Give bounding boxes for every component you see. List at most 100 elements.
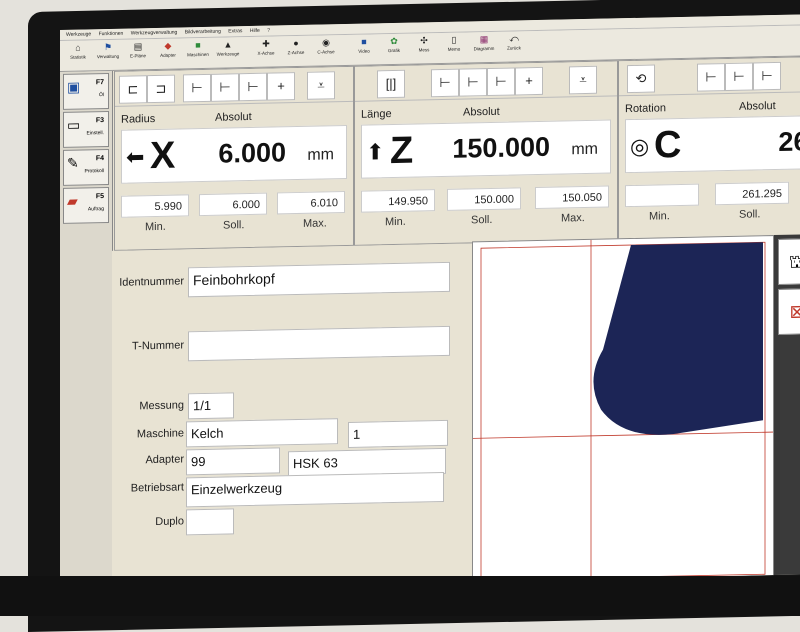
toolbar-maschinen-button[interactable]: ■ Maschinen [184, 40, 212, 58]
app-window: Werkzeuge Funktionen Werkzeugverwaltung … [60, 14, 800, 591]
messung-field[interactable]: 1/1 [188, 392, 234, 420]
menu-item[interactable]: Hilfe [250, 28, 260, 34]
edge-icon[interactable]: ⊢ [753, 61, 781, 91]
toolbar-xachse-button[interactable]: ✚ X-Achse [252, 38, 280, 56]
protocol-icon: ✎ [67, 154, 79, 171]
maschine-number-field[interactable]: 1 [348, 419, 448, 448]
axis-x-soll: 6.000 [199, 192, 267, 217]
toolbar-grafik-button[interactable]: ✿ Grafik [380, 36, 408, 54]
toolbar-diagramm-button[interactable]: ▦ Diagramm [470, 34, 498, 52]
toolbar-video-button[interactable]: ■ Video [350, 36, 378, 54]
diagram-icon: ▦ [479, 34, 489, 45]
identnummer-field[interactable]: Feinbohrkopf [188, 261, 450, 298]
axis-x-name: Radius [121, 113, 156, 126]
fixture-icon[interactable]: ⊏ [119, 75, 147, 104]
axis-z-display: ⬆ Z 150.000 mm [361, 119, 611, 179]
filter-icon[interactable]: ⩡ [307, 71, 335, 100]
toolbar-eplaene-button[interactable]: ▤ E-Pläne [124, 41, 152, 59]
sidebar-f7-button[interactable]: ▣ F7 Öl [63, 72, 109, 110]
fixture-alt-icon[interactable]: ⊐ [147, 74, 175, 104]
measure-icon: ✣ [420, 35, 428, 46]
axis-c-min [625, 183, 699, 208]
rotation-tool-icon[interactable]: ⟲ [627, 64, 655, 94]
crosshair-icon[interactable]: + [267, 72, 295, 101]
menu-item[interactable]: Werkzeuge [66, 31, 91, 38]
axis-x-max: 6.010 [277, 191, 345, 215]
sidebar: ▣ F7 Öl ▭ F3 Einstell. ✎ F4 Protokoll ▰ F5 Auftr… [60, 70, 113, 590]
betriebsart-field[interactable]: Einzelwerkzeug [186, 471, 444, 508]
edge-icon[interactable]: ⊢ [725, 62, 753, 92]
right-tool-panel: ⛫ ⊠ [774, 234, 800, 584]
arrow-up-icon: ⬆ [366, 139, 385, 165]
edge-icon[interactable]: ⊢ [459, 68, 487, 97]
edge-icon[interactable]: ⊢ [431, 68, 459, 98]
duplo-field[interactable] [186, 508, 234, 536]
toolbar-zachse-button[interactable]: ● Z-Achse [282, 38, 310, 56]
edge-icon[interactable]: ⊢ [239, 72, 267, 102]
adapter-label: Adapter [145, 453, 184, 467]
flag-icon: ⚑ [103, 41, 113, 53]
video-icon: ■ [361, 36, 367, 47]
maschine-field[interactable]: Kelch [186, 418, 338, 448]
axis-c-mode: Absolut [739, 100, 776, 113]
axis-z-value: 150.000 [452, 131, 550, 164]
toolbar-statistik-button[interactable]: ⌂ Statistik [64, 42, 92, 60]
menu-item[interactable]: ? [267, 28, 270, 34]
edge-icon[interactable]: ⊢ [697, 63, 725, 92]
edge-icon[interactable]: ⊢ [487, 67, 515, 97]
tnummer-field[interactable] [188, 325, 450, 362]
axis-z-name: Länge [361, 108, 392, 121]
messung-label: Messung [139, 399, 184, 413]
toolbar-memo-button[interactable]: ▯ Memo [440, 34, 468, 52]
toolbar-zurueck-button[interactable]: ⤺ Zurück [500, 33, 528, 51]
machine-icon: ■ [195, 40, 201, 51]
axis-panel-z: [|] ⊢ ⊢ ⊢ + ⩡ Länge Absolut ⬆ Z 150.000 … [354, 60, 618, 246]
tool-holder-icon[interactable]: ⛫ [778, 238, 800, 285]
axis-x-min: 5.990 [121, 194, 189, 218]
menu-item[interactable]: Extras [228, 28, 242, 34]
axis-c-display: ◎ C 261.2 [625, 114, 800, 174]
toolbar-verwaltung-button[interactable]: ⚑ Verwaltung [94, 42, 122, 60]
tool-profile-preview [472, 235, 774, 591]
back-icon: ⤺ [509, 33, 519, 44]
edge-icon[interactable]: ⊢ [183, 73, 211, 103]
axis-z-icon: ● [293, 37, 299, 49]
crosshair-icon[interactable]: + [515, 66, 543, 96]
sidebar-f4-button[interactable]: ✎ F4 Protokoll [63, 148, 109, 186]
toolbar-cachse-button[interactable]: ◉ C-Achse [312, 37, 340, 55]
arrow-left-icon: ⬅ [126, 144, 145, 170]
edge-icon[interactable]: ⊢ [211, 73, 239, 102]
axis-x-mode: Absolut [215, 110, 252, 124]
memo-icon: ▯ [451, 34, 457, 45]
tnummer-label: T-Nummer [132, 339, 184, 353]
axis-c-name: Rotation [625, 102, 666, 116]
toolbar-adapter-button[interactable]: ◆ Adapter [154, 40, 182, 58]
menu-item[interactable]: Bildverarbeitung [185, 29, 221, 36]
axis-panel-c: ⟲ ⊢ ⊢ ⊢ Rotation Absolut ◎ C 261.2 261.2… [618, 55, 800, 241]
axis-z-mode: Absolut [463, 105, 500, 119]
settings-icon: ▭ [67, 116, 81, 133]
filter-icon[interactable]: ⩡ [569, 65, 597, 95]
sidebar-f5-button[interactable]: ▰ F5 Auftrag [63, 186, 109, 224]
axis-x-display: ⬅ X 6.000 mm [121, 124, 347, 184]
tool-data-form: Identnummer Feinbohrkopf T-Nummer Messun… [112, 243, 467, 591]
graphic-icon: ✿ [390, 35, 398, 47]
sidebar-f3-button[interactable]: ▭ F3 Einstell. [63, 110, 109, 148]
axis-x-value: 6.000 [218, 137, 286, 169]
menu-item[interactable]: Werkzeugverwaltung [131, 30, 178, 37]
menu-item[interactable]: Funktionen [99, 31, 124, 38]
axis-x-icon: ✚ [262, 38, 270, 49]
toolbar-werkzeuge-button[interactable]: ▲ Werkzeuge [214, 39, 242, 57]
adapter-field[interactable]: 99 [186, 447, 280, 476]
maschine-label: Maschine [136, 427, 184, 441]
monitor-stand [0, 576, 800, 616]
toolbar-mess-button[interactable]: ✣ Mess [410, 35, 438, 53]
order-icon: ▰ [67, 192, 78, 209]
adapter-icon: ◆ [164, 40, 172, 51]
bracket-icon[interactable]: [|] [377, 69, 405, 99]
rotation-icon: ◎ [630, 133, 650, 160]
tool-profile-graphic [473, 239, 773, 588]
axis-c-icon: ◉ [322, 37, 330, 48]
frame-corners-icon[interactable]: ⊠ [778, 288, 800, 335]
axis-c-value: 261.2 [778, 125, 800, 157]
